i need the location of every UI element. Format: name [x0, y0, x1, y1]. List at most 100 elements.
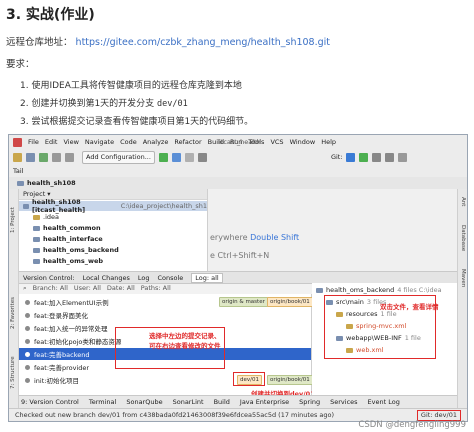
- project-panel: Project ▾ health_sh108 [itcast_health] C…: [19, 189, 208, 271]
- git-history-icon[interactable]: [371, 152, 381, 162]
- debug-icon[interactable]: [171, 152, 181, 162]
- settings-icon[interactable]: [197, 152, 207, 162]
- menu-view[interactable]: View: [63, 138, 78, 146]
- folder-icon: [23, 203, 29, 209]
- back-icon[interactable]: [52, 152, 61, 162]
- git-update-icon[interactable]: [345, 152, 355, 162]
- menu-refactor[interactable]: Refactor: [174, 138, 201, 146]
- filter-date[interactable]: Date: All: [107, 284, 135, 292]
- tree-item-health-oms-web[interactable]: health_oms_web: [19, 256, 207, 266]
- filter-branch[interactable]: Branch: All: [33, 284, 68, 292]
- tree-item-health-common[interactable]: health_common: [19, 223, 207, 233]
- ide-window: File Edit View Navigate Code Analyze Ref…: [8, 134, 468, 422]
- menu-analyze[interactable]: Analyze: [143, 138, 169, 146]
- menu-code[interactable]: Code: [120, 138, 137, 146]
- open-folder-icon[interactable]: [13, 152, 22, 162]
- menu-bar: File Edit View Navigate Code Analyze Ref…: [9, 135, 467, 150]
- bottom-tool-tabs: 9: Version Control Terminal SonarQube So…: [19, 395, 457, 408]
- refresh-icon[interactable]: [39, 152, 48, 162]
- folder-icon: [33, 214, 40, 220]
- menu-navigate[interactable]: Navigate: [85, 138, 114, 146]
- filter-paths[interactable]: Paths: All: [141, 284, 171, 292]
- module-icon: [33, 236, 40, 242]
- step-2: 2. 创建并切换到第1天的开发分支 dev/01: [20, 99, 188, 109]
- page-title: 3. 实战(作业): [6, 7, 95, 23]
- add-configuration-button[interactable]: Add Configuration...: [82, 150, 155, 164]
- tree-item-health-interface[interactable]: health_interface: [19, 234, 207, 244]
- branch-tag-origin-book-01: origin/book/01: [267, 375, 313, 385]
- repo-label: 远程仓库地址：: [6, 37, 73, 48]
- tab-java-enterprise[interactable]: Java Enterprise: [240, 398, 289, 406]
- branch-code: dev/01: [157, 99, 188, 109]
- git-label: Git:: [330, 153, 343, 161]
- menu-window[interactable]: Window: [290, 138, 316, 146]
- annotation-box-dev01: [233, 372, 265, 386]
- right-tool-ant[interactable]: Ant: [460, 197, 466, 206]
- project-dropdown[interactable]: Project ▾: [23, 190, 51, 198]
- tree-item-idea[interactable]: .idea: [19, 212, 207, 222]
- step-1: 1. 使用IDEA工具将传智健康项目的远程仓库克隆到本地: [20, 81, 242, 91]
- branch-tag-origin-book: origin/book/01: [267, 297, 313, 307]
- editor-area: erywhere Double Shift e Ctrl+Shift+N: [208, 189, 457, 271]
- annotation-commits-2: 可在右边查看修改的文件: [149, 342, 221, 350]
- tab-local-changes[interactable]: Local Changes: [83, 274, 130, 282]
- tree-item-health-oms-backend[interactable]: health_oms_backend: [19, 245, 207, 255]
- forward-icon[interactable]: [65, 152, 74, 162]
- vc-label: Version Control:: [23, 273, 75, 282]
- window-title: itcast_health: [219, 138, 261, 146]
- filter-user[interactable]: User: All: [74, 284, 101, 292]
- commit-dot: [25, 364, 30, 370]
- nav-path[interactable]: Tail: [13, 167, 24, 175]
- commit-dot: [25, 338, 30, 344]
- stop-icon[interactable]: [184, 152, 194, 162]
- tab-terminal[interactable]: Terminal: [89, 398, 116, 406]
- commit-list: feat:加入ElementUI示例 feat:登录界面美化 feat:加入统一…: [19, 294, 315, 398]
- annotation-files: 双击文件，查看详情: [380, 303, 439, 311]
- run-icon[interactable]: [158, 152, 168, 162]
- step-3: 3. 尝试根据提交记录查看传智健康项目第1天的代码细节。: [20, 117, 254, 127]
- left-tool-favorites[interactable]: 2: Favorites: [10, 297, 16, 329]
- tab-log[interactable]: Log: [138, 274, 150, 282]
- commit-dot: [25, 299, 30, 305]
- tab-event-log[interactable]: Event Log: [368, 398, 400, 406]
- tab-build[interactable]: Build: [214, 398, 230, 406]
- left-tool-structure[interactable]: 7: Structure: [10, 356, 16, 389]
- git-revert-icon[interactable]: [384, 152, 394, 162]
- tab-services[interactable]: Services: [330, 398, 357, 406]
- module-icon: [33, 258, 40, 264]
- left-tool-project[interactable]: 1: Project: [10, 207, 16, 233]
- commit-dot: [25, 351, 30, 357]
- tab-log-all[interactable]: Log: all: [191, 272, 223, 283]
- tab-spring[interactable]: Spring: [299, 398, 320, 406]
- project-folder-icon: [17, 180, 24, 186]
- git-commit-icon[interactable]: [358, 152, 368, 162]
- branch-tag-master: origin & master: [219, 297, 268, 307]
- commit-row[interactable]: feat:登录界面美化: [19, 309, 311, 321]
- changed-files-panel: health_oms_backend 4 files C:\idea src\ma…: [312, 283, 457, 395]
- idea-logo-icon: [13, 137, 22, 147]
- log-filter-bar: ⌕ Branch: All User: All Date: All Paths:…: [19, 283, 301, 293]
- menu-vcs[interactable]: VCS: [270, 138, 283, 146]
- menu-help[interactable]: Help: [321, 138, 336, 146]
- module-icon: [33, 247, 40, 253]
- search-icon[interactable]: ⌕: [23, 284, 27, 293]
- tab-console[interactable]: Console: [157, 274, 183, 282]
- left-tool-strip: 1: Project 2: Favorites 7: Structure: [9, 189, 19, 409]
- menu-file[interactable]: File: [28, 138, 39, 146]
- file-node-root[interactable]: health_oms_backend 4 files C:\idea: [316, 285, 442, 295]
- tree-item-root[interactable]: health_sh108 [itcast_health] C:\idea_pro…: [19, 198, 207, 214]
- editor-hint-search: erywhere Double Shift: [210, 233, 300, 242]
- menu-edit[interactable]: Edit: [45, 138, 58, 146]
- requirements-label: 要求：: [6, 59, 35, 70]
- right-tool-maven[interactable]: Maven: [460, 269, 466, 287]
- tab-sonarlint[interactable]: SonarLint: [173, 398, 204, 406]
- commit-dot: [25, 325, 30, 331]
- right-tool-database[interactable]: Database: [460, 225, 466, 251]
- save-icon[interactable]: [26, 152, 35, 162]
- repo-link[interactable]: https://gitee.com/czbk_zhang_meng/health…: [76, 37, 330, 48]
- module-icon: [316, 287, 323, 293]
- tab-sonarqube[interactable]: SonarQube: [126, 398, 162, 406]
- search-icon[interactable]: [397, 152, 407, 162]
- tab-version-control[interactable]: 9: Version Control: [21, 398, 79, 406]
- breadcrumb-project[interactable]: health_sh108: [27, 179, 76, 187]
